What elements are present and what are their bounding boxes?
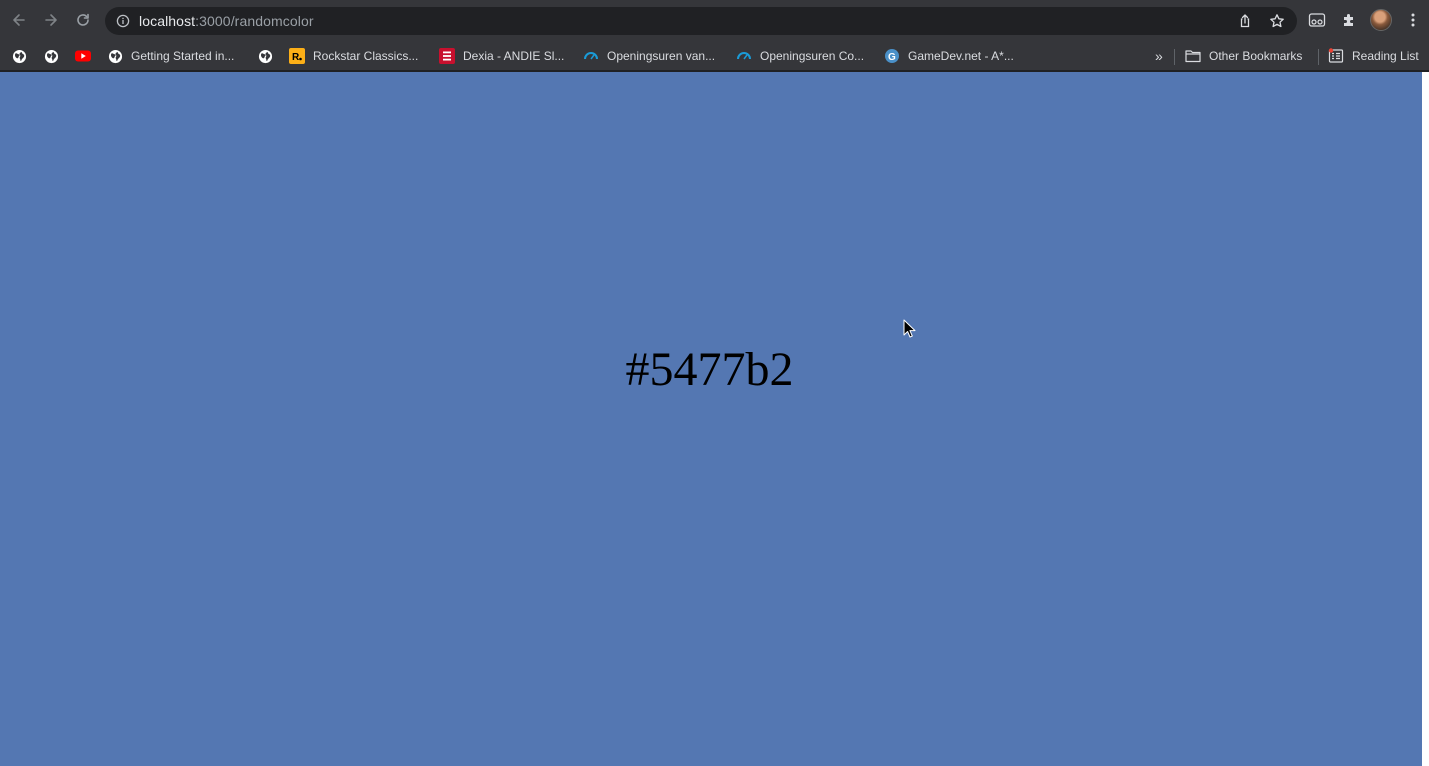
bookmark-item[interactable]: G GameDev.net - A*... — [884, 44, 1014, 68]
scrollbar-track[interactable] — [1422, 72, 1429, 766]
bookmark-label: Dexia - ANDIE Sl... — [463, 49, 565, 63]
bookmark-item[interactable]: Openingsuren van... — [583, 44, 715, 68]
globe-icon — [43, 48, 59, 64]
reader-mode-icon — [1308, 13, 1326, 27]
reload-button[interactable] — [69, 6, 97, 34]
bookmark-label: GameDev.net - A*... — [908, 49, 1014, 63]
bookmark-label: Openingsuren van... — [607, 49, 716, 63]
address-bar[interactable]: localhost:3000/randomcolor — [105, 7, 1297, 35]
divider — [1318, 49, 1319, 65]
chevron-double-right-icon: » — [1155, 48, 1163, 64]
color-code-text: #5477b2 — [625, 343, 794, 396]
avatar — [1370, 9, 1392, 31]
bookmark-item[interactable] — [11, 44, 35, 68]
star-icon — [1270, 14, 1284, 28]
divider — [1174, 49, 1175, 65]
browser-toolbar: localhost:3000/randomcolor — [0, 0, 1429, 40]
arrow-right-icon — [45, 14, 57, 26]
url-path: :3000/randomcolor — [195, 13, 314, 29]
puzzle-icon — [1344, 14, 1353, 26]
other-bookmarks-button[interactable]: Other Bookmarks — [1185, 44, 1302, 68]
other-bookmarks-label: Other Bookmarks — [1209, 49, 1303, 63]
url-text[interactable]: localhost:3000/randomcolor — [139, 13, 314, 29]
globe-icon — [11, 48, 27, 64]
bookmark-label: Openingsuren Co... — [760, 49, 865, 63]
page-content — [0, 72, 1422, 766]
bookmark-item[interactable]: R Rockstar Classics... — [289, 44, 418, 68]
rockstar-icon: R — [289, 48, 305, 64]
bookmark-item[interactable]: Dexia - ANDIE Sl... — [439, 44, 564, 68]
reader-mode-button[interactable] — [1303, 6, 1331, 34]
reading-list-button[interactable]: Reading List — [1328, 44, 1419, 68]
reload-icon — [77, 13, 89, 26]
svg-text:R: R — [292, 52, 300, 63]
youtube-icon — [75, 48, 91, 64]
gamedev-icon: G — [884, 48, 900, 64]
forward-button[interactable] — [37, 6, 65, 34]
bookmarks-bar: Getting Started in... R Rockstar Classic… — [0, 40, 1429, 71]
kebab-menu-icon — [1411, 13, 1415, 27]
bookmark-item[interactable] — [75, 44, 99, 68]
bookmark-item[interactable] — [43, 44, 67, 68]
menu-button[interactable] — [1399, 6, 1427, 34]
globe-icon — [107, 48, 123, 64]
site-info-icon[interactable] — [115, 13, 131, 29]
gauge-icon — [736, 48, 752, 64]
dexia-icon — [439, 48, 455, 64]
bookmark-item[interactable]: Getting Started in... — [107, 44, 234, 68]
mouse-cursor-icon — [903, 319, 916, 338]
profile-button[interactable] — [1367, 6, 1395, 34]
arrow-left-icon — [13, 14, 25, 26]
share-button[interactable] — [1231, 7, 1259, 35]
back-button[interactable] — [5, 6, 33, 34]
svg-text:G: G — [888, 52, 896, 63]
bookmark-star-button[interactable] — [1263, 7, 1291, 35]
folder-icon — [1185, 48, 1201, 64]
bookmark-item[interactable] — [257, 44, 281, 68]
share-icon — [1240, 14, 1250, 28]
bookmark-label: Getting Started in... — [131, 49, 235, 63]
reading-list-icon — [1328, 48, 1344, 64]
globe-icon — [257, 48, 273, 64]
bookmark-label: Rockstar Classics... — [313, 49, 419, 63]
reading-list-label: Reading List — [1352, 49, 1419, 63]
bookmarks-overflow-button[interactable]: » — [1155, 44, 1163, 68]
bookmark-item[interactable]: Openingsuren Co... — [736, 44, 864, 68]
extensions-button[interactable] — [1335, 6, 1363, 34]
url-host: localhost — [139, 13, 196, 29]
gauge-icon — [583, 48, 599, 64]
